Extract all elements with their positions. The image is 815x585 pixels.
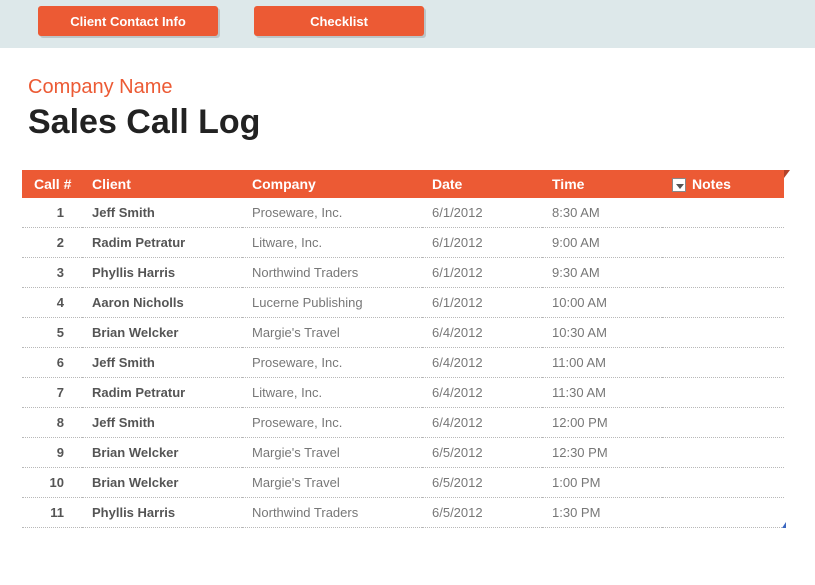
cell-time: 9:30 AM bbox=[542, 258, 662, 288]
table-row[interactable]: 4Aaron NichollsLucerne Publishing6/1/201… bbox=[22, 288, 784, 318]
cell-company: Litware, Inc. bbox=[242, 378, 422, 408]
cell-call: 4 bbox=[22, 288, 82, 318]
cell-company: Proseware, Inc. bbox=[242, 198, 422, 228]
cell-company: Northwind Traders bbox=[242, 498, 422, 528]
cell-company: Proseware, Inc. bbox=[242, 408, 422, 438]
col-header-client[interactable]: Client bbox=[82, 170, 242, 198]
cell-call: 1 bbox=[22, 198, 82, 228]
cell-call: 5 bbox=[22, 318, 82, 348]
cell-call: 3 bbox=[22, 258, 82, 288]
cell-date: 6/4/2012 bbox=[422, 378, 542, 408]
cell-call: 9 bbox=[22, 438, 82, 468]
table-row[interactable]: 2Radim PetraturLitware, Inc.6/1/20129:00… bbox=[22, 228, 784, 258]
cell-time: 11:00 AM bbox=[542, 348, 662, 378]
cell-time: 12:00 PM bbox=[542, 408, 662, 438]
cell-company: Margie's Travel bbox=[242, 438, 422, 468]
filter-dropdown-icon[interactable] bbox=[672, 178, 686, 192]
cell-company: Margie's Travel bbox=[242, 318, 422, 348]
cell-date: 6/5/2012 bbox=[422, 498, 542, 528]
corner-marker bbox=[782, 522, 786, 528]
top-banner: Client Contact Info Checklist bbox=[0, 0, 815, 48]
cell-date: 6/5/2012 bbox=[422, 468, 542, 498]
cell-notes bbox=[662, 228, 784, 258]
cell-notes bbox=[662, 438, 784, 468]
cell-notes bbox=[662, 318, 784, 348]
col-header-call[interactable]: Call # bbox=[22, 170, 82, 198]
cell-time: 9:00 AM bbox=[542, 228, 662, 258]
cell-client: Phyllis Harris bbox=[82, 498, 242, 528]
col-header-notes[interactable]: Notes bbox=[662, 170, 784, 198]
client-contact-info-button[interactable]: Client Contact Info bbox=[38, 6, 218, 36]
cell-notes bbox=[662, 468, 784, 498]
cell-company: Proseware, Inc. bbox=[242, 348, 422, 378]
call-log-table-wrap: Call # Client Company Date Time Notes 1J… bbox=[22, 170, 784, 528]
cell-client: Brian Welcker bbox=[82, 438, 242, 468]
cell-call: 8 bbox=[22, 408, 82, 438]
cell-company: Lucerne Publishing bbox=[242, 288, 422, 318]
cell-date: 6/4/2012 bbox=[422, 408, 542, 438]
cell-notes bbox=[662, 348, 784, 378]
company-name-label: Company Name bbox=[28, 76, 815, 99]
cell-client: Radim Petratur bbox=[82, 228, 242, 258]
cell-client: Jeff Smith bbox=[82, 198, 242, 228]
cell-company: Margie's Travel bbox=[242, 468, 422, 498]
cell-date: 6/1/2012 bbox=[422, 288, 542, 318]
cell-client: Phyllis Harris bbox=[82, 258, 242, 288]
table-header-row: Call # Client Company Date Time Notes bbox=[22, 170, 784, 198]
cell-client: Brian Welcker bbox=[82, 468, 242, 498]
cell-notes bbox=[662, 408, 784, 438]
cell-time: 1:00 PM bbox=[542, 468, 662, 498]
cell-time: 11:30 AM bbox=[542, 378, 662, 408]
table-row[interactable]: 5Brian WelckerMargie's Travel6/4/201210:… bbox=[22, 318, 784, 348]
cell-client: Brian Welcker bbox=[82, 318, 242, 348]
cell-notes bbox=[662, 288, 784, 318]
call-log-table: Call # Client Company Date Time Notes 1J… bbox=[22, 170, 784, 528]
table-body: 1Jeff SmithProseware, Inc.6/1/20128:30 A… bbox=[22, 198, 784, 528]
cell-notes bbox=[662, 258, 784, 288]
cell-notes bbox=[662, 498, 784, 528]
cell-company: Northwind Traders bbox=[242, 258, 422, 288]
cell-call: 2 bbox=[22, 228, 82, 258]
cell-time: 1:30 PM bbox=[542, 498, 662, 528]
cell-time: 8:30 AM bbox=[542, 198, 662, 228]
table-row[interactable]: 9Brian WelckerMargie's Travel6/5/201212:… bbox=[22, 438, 784, 468]
cell-notes bbox=[662, 378, 784, 408]
cell-call: 6 bbox=[22, 348, 82, 378]
page-title: Sales Call Log bbox=[28, 103, 815, 142]
heading-area: Company Name Sales Call Log bbox=[0, 48, 815, 160]
checklist-button[interactable]: Checklist bbox=[254, 6, 424, 36]
col-header-time[interactable]: Time bbox=[542, 170, 662, 198]
table-row[interactable]: 8Jeff SmithProseware, Inc.6/4/201212:00 … bbox=[22, 408, 784, 438]
col-header-company[interactable]: Company bbox=[242, 170, 422, 198]
table-row[interactable]: 10Brian WelckerMargie's Travel6/5/20121:… bbox=[22, 468, 784, 498]
cell-call: 11 bbox=[22, 498, 82, 528]
cell-client: Aaron Nicholls bbox=[82, 288, 242, 318]
table-row[interactable]: 7Radim PetraturLitware, Inc.6/4/201211:3… bbox=[22, 378, 784, 408]
cell-time: 10:30 AM bbox=[542, 318, 662, 348]
cell-time: 12:30 PM bbox=[542, 438, 662, 468]
cell-client: Jeff Smith bbox=[82, 408, 242, 438]
cell-date: 6/1/2012 bbox=[422, 198, 542, 228]
cell-date: 6/1/2012 bbox=[422, 258, 542, 288]
cell-call: 10 bbox=[22, 468, 82, 498]
cell-date: 6/4/2012 bbox=[422, 318, 542, 348]
col-header-date[interactable]: Date bbox=[422, 170, 542, 198]
table-row[interactable]: 6Jeff SmithProseware, Inc.6/4/201211:00 … bbox=[22, 348, 784, 378]
cell-time: 10:00 AM bbox=[542, 288, 662, 318]
cell-client: Jeff Smith bbox=[82, 348, 242, 378]
cell-date: 6/1/2012 bbox=[422, 228, 542, 258]
cell-call: 7 bbox=[22, 378, 82, 408]
table-row[interactable]: 1Jeff SmithProseware, Inc.6/1/20128:30 A… bbox=[22, 198, 784, 228]
col-header-notes-label: Notes bbox=[692, 176, 731, 192]
cell-date: 6/5/2012 bbox=[422, 438, 542, 468]
cell-date: 6/4/2012 bbox=[422, 348, 542, 378]
table-row[interactable]: 3Phyllis HarrisNorthwind Traders6/1/2012… bbox=[22, 258, 784, 288]
cell-company: Litware, Inc. bbox=[242, 228, 422, 258]
cell-notes bbox=[662, 198, 784, 228]
table-row[interactable]: 11Phyllis HarrisNorthwind Traders6/5/201… bbox=[22, 498, 784, 528]
cell-client: Radim Petratur bbox=[82, 378, 242, 408]
